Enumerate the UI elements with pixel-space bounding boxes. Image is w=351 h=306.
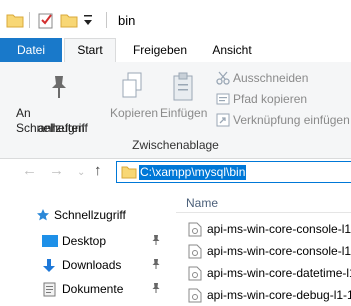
copy-path-button[interactable]: Pfad kopieren [214, 91, 351, 109]
pin-icon[interactable] [151, 282, 161, 294]
pin-icon[interactable] [151, 234, 161, 246]
pin-label-line2: anheften [38, 121, 85, 135]
dll-file-icon [188, 266, 202, 281]
star-icon [36, 208, 50, 222]
paste-shortcut-label: Verknüpfung einfügen [233, 113, 350, 127]
file-row[interactable]: api-ms-win-core-console-l1-1-0.dll [176, 218, 351, 240]
recent-locations-chevron-icon[interactable]: ⌄ [77, 167, 85, 178]
properties-icon[interactable] [38, 11, 54, 29]
forward-arrow-icon[interactable]: → [49, 162, 64, 179]
address-path[interactable]: C:\xampp\mysql\bin [139, 165, 247, 180]
file-row[interactable]: api-ms-win-core-datetime-l1-1-0.dll [176, 262, 351, 284]
pin-to-quick-access-button[interactable]: An Schnellzugriff anheften [12, 70, 104, 135]
nav-label: Desktop [62, 234, 107, 248]
nav-label: Dokumente [62, 282, 124, 296]
copy-icon [121, 72, 145, 100]
separator [106, 12, 107, 28]
nav-label: Downloads [62, 258, 122, 272]
copy-path-label: Pfad kopieren [233, 92, 308, 106]
folder-icon [6, 12, 24, 28]
file-list: api-ms-win-core-console-l1-1-0.dll api-m… [176, 192, 351, 304]
new-folder-icon[interactable] [60, 12, 78, 28]
nav-item-desktop[interactable]: Desktop [0, 230, 175, 252]
customize-toolbar-icon[interactable] [82, 12, 94, 28]
paste-button[interactable]: Einfügen [160, 70, 212, 134]
file-name: api-ms-win-core-console-l1-2-0.dll [207, 244, 351, 258]
address-bar[interactable]: C:\xampp\mysql\bin [116, 161, 351, 183]
paste-shortcut-icon [216, 113, 230, 127]
file-name: api-ms-win-core-console-l1-1-0.dll [207, 222, 351, 236]
copy-label: Kopieren [110, 106, 159, 120]
separator [29, 12, 30, 28]
download-arrow-icon [42, 258, 56, 273]
ribbon: An Schnellzugriff anheften Kopieren Einf… [0, 62, 351, 159]
clipboard-icon [172, 72, 196, 102]
window-title: bin [118, 13, 136, 28]
file-name: api-ms-win-core-debug-l1-1-0.dll [207, 288, 351, 302]
file-row[interactable]: api-ms-win-core-console-l1-2-0.dll [176, 240, 351, 262]
file-name: api-ms-win-core-datetime-l1-1-0.dll [207, 266, 351, 280]
pin-icon [49, 74, 69, 100]
nav-label: Schnellzugriff [54, 208, 126, 222]
nav-item-downloads[interactable]: Downloads [0, 254, 175, 276]
copy-button[interactable]: Kopieren [108, 70, 160, 134]
nav-item-documents[interactable]: Dokumente [0, 278, 175, 300]
dll-file-icon [188, 222, 202, 237]
tab-file[interactable]: Datei [0, 38, 62, 62]
folder-icon [121, 164, 137, 179]
ribbon-tabs: Datei Start Freigeben Ansicht [0, 38, 351, 63]
nav-item-quick-access[interactable]: Schnellzugriff [0, 204, 175, 226]
file-row[interactable]: api-ms-win-core-debug-l1-1-0.dll [176, 284, 351, 306]
back-arrow-icon[interactable]: ← [22, 162, 37, 179]
cut-label: Ausschneiden [233, 71, 309, 85]
title-bar: bin [0, 0, 351, 38]
scissors-icon [216, 71, 230, 85]
copy-path-icon [216, 92, 230, 106]
navigation-pane: Schnellzugriff Desktop Downloads Dokumen… [0, 192, 175, 304]
tab-share[interactable]: Freigeben [124, 38, 196, 62]
dll-file-icon [188, 288, 202, 303]
up-arrow-icon[interactable]: ↑ [94, 162, 102, 179]
pin-icon[interactable] [151, 258, 161, 270]
tab-start[interactable]: Start [64, 38, 116, 63]
documents-icon [43, 282, 57, 297]
paste-label: Einfügen [160, 106, 208, 120]
cut-button[interactable]: Ausschneiden [214, 70, 351, 88]
clipboard-group-label: Zwischenablage [132, 138, 219, 152]
tab-view[interactable]: Ansicht [200, 38, 264, 62]
desktop-icon [42, 235, 58, 247]
dll-file-icon [188, 244, 202, 259]
paste-shortcut-button[interactable]: Verknüpfung einfügen [214, 112, 351, 130]
